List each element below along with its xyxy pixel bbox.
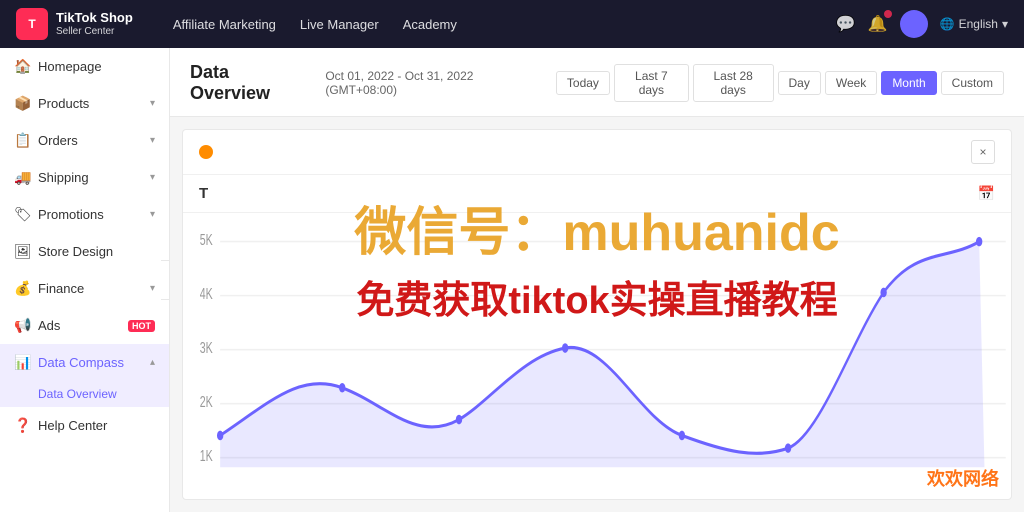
logo-title: TikTok Shop [56,10,133,26]
filter-day[interactable]: Day [778,71,821,95]
sidebar-item-orders[interactable]: 📋 Orders ▾ [0,122,169,159]
logo-subtitle: Seller Center [56,26,133,38]
help-icon: ❓ [14,417,30,434]
line-chart: 5K 4K 3K 2K 1K [183,213,1011,499]
main-content: Data Overview Oct 01, 2022 - Oct 31, 202… [170,48,1024,512]
close-x-button[interactable]: × [971,140,995,164]
svg-text:3K: 3K [200,339,213,357]
svg-text:2K: 2K [200,393,213,411]
sidebar-item-promotions[interactable]: 🏷 Promotions ▾ [0,196,169,233]
ads-hot-badge: HOT [128,320,155,332]
sidebar-item-homepage[interactable]: 🏠 Homepage [0,48,169,85]
user-avatar[interactable] [900,10,928,38]
svg-text:4K: 4K [200,285,213,303]
sidebar-item-store-design[interactable]: 🖼 Store Design [0,233,169,270]
nav-academy[interactable]: Academy [403,13,457,36]
sidebar-item-ads[interactable]: 📢 Ads HOT [0,307,169,344]
sidebar-collapse-arrow[interactable]: › [161,260,170,300]
top-navigation: T TikTok Shop Seller Center Affiliate Ma… [0,0,1024,48]
store-design-icon: 🖼 [14,243,30,260]
ads-icon: 📢 [14,317,30,334]
overview-header: Data Overview Oct 01, 2022 - Oct 31, 202… [170,48,1024,117]
finance-icon: 💰 [14,280,30,297]
sidebar-sub-data-overview[interactable]: Data Overview [0,381,169,407]
sidebar-item-shipping[interactable]: 🚚 Shipping ▾ [0,159,169,196]
page-title: Data Overview [190,62,309,104]
orange-dot-indicator [199,145,213,159]
logo[interactable]: T TikTok Shop Seller Center [16,8,133,40]
language-selector[interactable]: 🌐 English ▾ [940,17,1008,31]
home-icon: 🏠 [14,58,30,75]
filter-week[interactable]: Week [825,71,877,95]
sidebar-item-products[interactable]: 📦 Products ▾ [0,85,169,122]
time-filters: Today Last 7 days Last 28 days Day Week … [556,64,1004,102]
notification-badge [884,10,892,18]
overview-title-row: Data Overview Oct 01, 2022 - Oct 31, 202… [190,62,1004,104]
metric-label: T [199,185,208,202]
svg-chart-container: 5K 4K 3K 2K 1K [183,213,1011,499]
nav-right: 💬 🔔 🌐 English ▾ [836,10,1008,38]
message-icon-button[interactable]: 💬 [836,14,856,34]
chart-toolbar: × [183,130,1011,175]
finance-chevron-icon: ▾ [150,283,155,294]
data-compass-chevron-icon: ▴ [150,357,155,368]
filter-last7[interactable]: Last 7 days [614,64,689,102]
body-layout: 🏠 Homepage 📦 Products ▾ 📋 Orders ▾ 🚚 Shi… [0,48,1024,512]
products-icon: 📦 [14,95,30,112]
nav-links: Affiliate Marketing Live Manager Academy [173,13,812,36]
filter-month[interactable]: Month [881,71,936,95]
orders-chevron-icon: ▾ [150,135,155,146]
shipping-icon: 🚚 [14,169,30,186]
sidebar-item-finance[interactable]: 💰 Finance ▾ [0,270,169,307]
chart-metrics-row: T 📅 [183,175,1011,213]
svg-text:5K: 5K [200,231,213,249]
sidebar: 🏠 Homepage 📦 Products ▾ 📋 Orders ▾ 🚚 Shi… [0,48,170,512]
data-compass-icon: 📊 [14,354,30,371]
filter-last28[interactable]: Last 28 days [693,64,774,102]
date-range: Oct 01, 2022 - Oct 31, 2022 (GMT+08:00) [325,69,540,97]
promotions-chevron-icon: ▾ [150,209,155,220]
shipping-chevron-icon: ▾ [150,172,155,183]
notification-icon-button[interactable]: 🔔 [868,14,888,34]
filter-custom[interactable]: Custom [941,71,1004,95]
chart-area: × T 📅 微信号：muhuanidc 免费获取tiktok实操直播教程 欢欢网… [182,129,1012,500]
nav-live-manager[interactable]: Live Manager [300,13,379,36]
filter-today[interactable]: Today [556,71,610,95]
nav-affiliate-marketing[interactable]: Affiliate Marketing [173,13,276,36]
sidebar-item-help-center[interactable]: ❓ Help Center [0,407,169,444]
sidebar-item-data-compass[interactable]: 📊 Data Compass ▴ [0,344,169,381]
orders-icon: 📋 [14,132,30,149]
calendar-icon[interactable]: 📅 [978,185,995,202]
products-chevron-icon: ▾ [150,98,155,109]
promotions-icon: 🏷 [14,206,30,223]
logo-icon: T [16,8,48,40]
svg-text:1K: 1K [200,447,213,465]
